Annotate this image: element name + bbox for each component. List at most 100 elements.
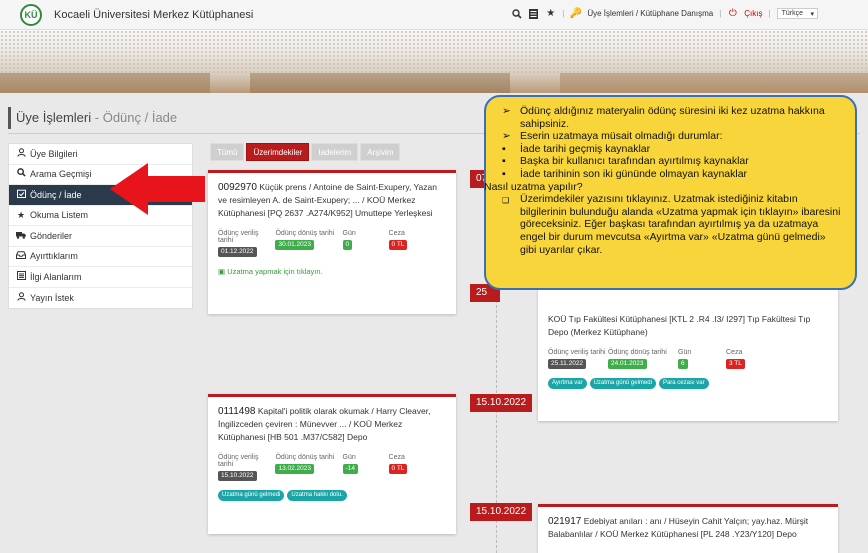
sidebar-item-label: Ödünç / İade — [30, 189, 82, 200]
return-date-label: Ödünç dönüş tarihi — [608, 349, 667, 356]
key-icon: 🔑 — [569, 8, 583, 19]
status-badge: Ayırtma var — [548, 378, 587, 389]
days-label: Gün — [342, 454, 356, 461]
search-icon[interactable] — [511, 8, 522, 19]
loan-card-title[interactable]: 021917 Edebiyat anıları : anı / Hüseyin … — [548, 515, 828, 541]
sidebar-item-member-info[interactable]: Üye Bilgileri — [9, 144, 192, 165]
issue-date-label: Ödünç veriliş tarihi — [218, 230, 259, 244]
user-plus-icon — [16, 288, 26, 309]
status-badge: Uzatma günü gelmedi — [589, 378, 656, 389]
sidebar-item-publication-request[interactable]: Yayın İstek — [9, 288, 192, 309]
inbox-icon — [16, 246, 26, 267]
status-badges: Uzatma günü gelmedi Uzatma hakkı dolu. — [218, 490, 446, 501]
tab-all[interactable]: Tümü — [210, 143, 245, 161]
power-icon: ⏻ — [728, 8, 737, 19]
status-badges: Ayırtma var Uzatma günü gelmedi Para cez… — [548, 378, 828, 389]
issue-date-value: 15.10.2022 — [218, 471, 257, 481]
issue-date-label: Ödünç veriliş tarihi — [548, 349, 606, 356]
page-title-sub: Ödünç / İade — [102, 110, 178, 125]
sidebar-item-shipments[interactable]: Gönderiler — [9, 226, 192, 247]
loan-meta: Ödünç veriliş tarihi 15.10.2022 Ödünç dö… — [218, 454, 446, 481]
callout-heading: Nasıl uzatma yapılır? — [484, 180, 583, 193]
sidebar-item-label: Okuma Listem — [30, 210, 89, 220]
issue-date-value: 01.12.2022 — [218, 247, 257, 257]
return-date-value: 13.02.2023 — [275, 464, 315, 474]
tab-on-me[interactable]: Üzerimdekiler — [246, 143, 310, 161]
record-description[interactable]: KOÜ Tıp Fakültesi Kütüphanesi [KTL 2 .R4… — [548, 313, 828, 339]
issue-date-label: Ödünç veriliş tarihi — [218, 454, 259, 468]
callout-line: ➢ Eserin uzatmaya müsait olmadığı durumla… — [502, 130, 723, 143]
calendar-check-icon — [16, 185, 26, 206]
sidebar-item-label: Ayırttıklarım — [30, 251, 78, 261]
status-badge: Uzatma hakkı dolu. — [287, 490, 347, 501]
return-date-label: Ödünç dönüş tarihi — [275, 230, 335, 237]
star-icon[interactable]: ★ — [545, 8, 556, 19]
sidebar-item-label: Yayın İstek — [30, 292, 74, 303]
callout-line: ▪ İade tarihinin son iki gününde olmayan … — [502, 167, 748, 180]
extend-loan-link[interactable]: ▣ Uzatma yapmak için tıklayın. — [218, 267, 446, 276]
loan-card: 0111498 Kapital'i politik olarak okumak … — [208, 394, 456, 534]
sidebar-item-interests[interactable]: İlgi Alanlarım — [9, 267, 192, 288]
separator: | — [562, 9, 565, 18]
tab-returns[interactable]: Iadelerim — [311, 143, 359, 161]
loan-tabs: Tümü Üzerimdekiler Iadelerim Arşivim — [210, 143, 401, 161]
top-nav: ★ | 🔑 Üye İşlemleri / Kütüphane Danışma … — [511, 8, 818, 19]
return-date-value: 24.01.2023 — [608, 359, 647, 369]
list-icon[interactable] — [528, 8, 539, 19]
logout-link[interactable]: Çıkış — [744, 9, 762, 18]
sidebar-item-label: Gönderiler — [30, 230, 73, 241]
loan-card-title[interactable]: 0111498 Kapital'i politik olarak okumak … — [218, 405, 446, 444]
language-select[interactable]: Türkçe — [776, 8, 818, 19]
red-arrow-annotation — [110, 163, 205, 215]
site-title[interactable]: Kocaeli Üniversitesi Merkez Kütüphanesi — [54, 9, 253, 21]
date-badge: 15.10.2022 — [470, 503, 533, 521]
separator: | — [719, 9, 722, 18]
fine-label: Ceza — [388, 230, 405, 237]
loan-card: KOÜ Tıp Fakültesi Kütüphanesi [KTL 2 .R4… — [538, 286, 838, 421]
record-number: 021917 — [548, 516, 582, 527]
sidebar-item-label: Üye Bilgileri — [30, 148, 78, 159]
return-date-label: Ödünç dönüş tarihi — [275, 454, 335, 461]
date-badge: 15.10.2022 — [470, 394, 533, 412]
calendar-icon: ▣ — [218, 267, 226, 276]
fine-value: 0 TL — [388, 464, 408, 474]
callout-line: ▪ Başka bir kullanıcı tarafından ayırtılm… — [502, 155, 749, 168]
top-bar: KÜ Kocaeli Üniversitesi Merkez Kütüphane… — [0, 0, 868, 30]
days-label: Gün — [342, 230, 356, 237]
library-banner — [0, 30, 868, 93]
loan-card: 021917 Edebiyat anıları : anı / Hüseyin … — [538, 504, 838, 553]
return-date-value: 30.01.2023 — [275, 240, 315, 250]
loan-card: 0092970 Küçük prens / Antoine de Saint-E… — [208, 170, 456, 314]
days-label: Gün — [678, 349, 692, 356]
loan-meta: Ödünç veriliş tarihi 01.12.2022 Ödünç dö… — [218, 230, 446, 257]
loan-meta: Ödünç veriliş tarihi 25.11.2022 Ödünç dö… — [548, 349, 828, 369]
days-value: 6 — [678, 359, 688, 369]
callout-line: ▪ İade tarihi geçmiş kaynaklar — [502, 142, 651, 155]
search-icon — [16, 164, 26, 185]
tab-archive[interactable]: Arşivim — [360, 143, 401, 161]
user-icon — [16, 144, 26, 165]
record-number: 0092970 — [218, 182, 257, 193]
star-icon: ★ — [16, 210, 26, 220]
list-icon — [16, 267, 26, 288]
university-logo[interactable]: KÜ — [20, 4, 42, 26]
record-number: 0111498 — [218, 406, 256, 417]
help-callout: ➢ Ödünç aldığınız materyalin ödünç süresi… — [484, 95, 857, 290]
status-badge: Para cezası var — [658, 378, 709, 389]
sidebar-item-reservations[interactable]: Ayırttıklarım — [9, 246, 192, 267]
fine-label: Ceza — [388, 454, 405, 461]
sidebar-item-label: İlgi Alanlarım — [30, 271, 82, 282]
days-value: -14 — [342, 464, 358, 474]
fine-value: 3 TL — [726, 359, 745, 369]
loan-card-title[interactable]: 0092970 Küçük prens / Antoine de Saint-E… — [218, 181, 446, 220]
page-title-main: Üye İşlemleri — [16, 110, 92, 125]
separator: | — [768, 9, 771, 18]
fine-label: Ceza — [726, 349, 743, 356]
truck-icon — [16, 226, 26, 247]
callout-line: ➢ Ödünç aldığınız materyalin ödünç süresi… — [502, 105, 825, 130]
record-description: Edebiyat anıları : anı / Hüseyin Cahit Y… — [548, 516, 809, 539]
member-link[interactable]: Üye İşlemleri / Kütüphane Danışma — [587, 9, 713, 18]
issue-date-value: 25.11.2022 — [548, 359, 587, 369]
sidebar-item-label: Arama Geçmişi — [30, 169, 92, 179]
days-value: 0 — [342, 240, 353, 250]
